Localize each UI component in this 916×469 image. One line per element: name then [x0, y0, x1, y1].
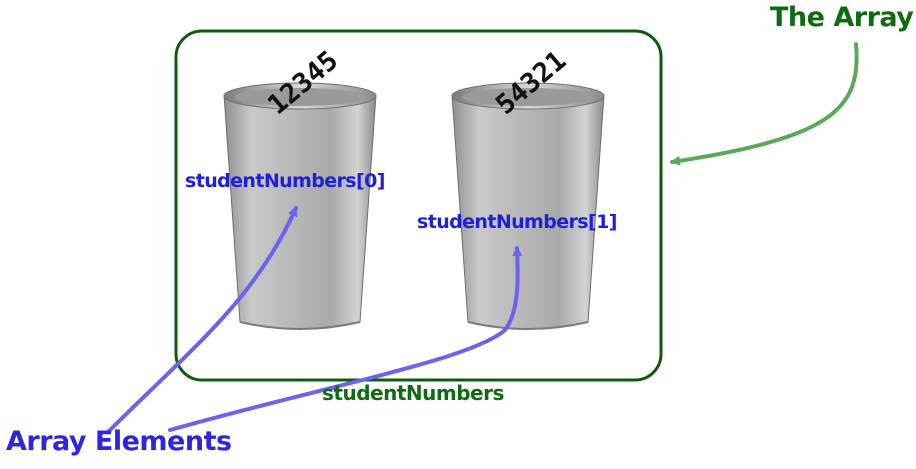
array-diagram: 12345 54321 studentNumbers[0] studentNum…: [0, 0, 916, 469]
element-1-label: studentNumbers[1]: [417, 211, 617, 233]
array-name-label: studentNumbers: [322, 381, 504, 405]
element-0-label: studentNumbers[0]: [185, 170, 385, 192]
array-title-label: The Array: [770, 2, 914, 33]
array-elements-label: Array Elements: [6, 426, 232, 457]
cup-1: [451, 82, 605, 330]
array-arrow: [670, 42, 859, 166]
